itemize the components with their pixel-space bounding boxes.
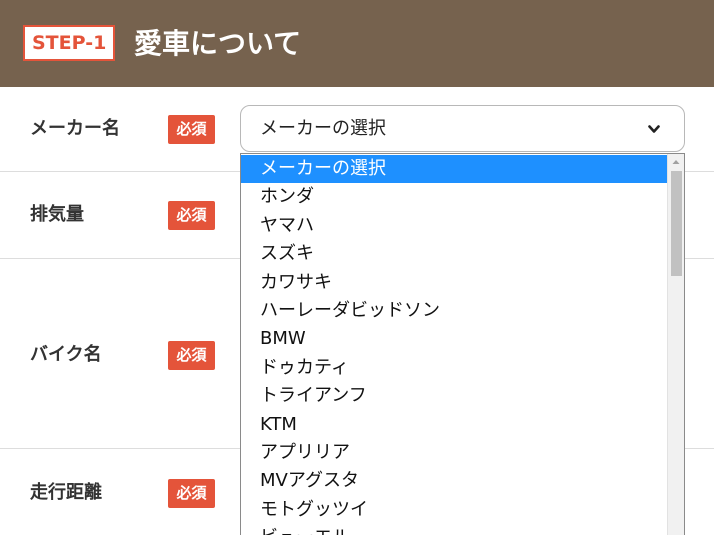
- step-badge: STEP-1: [23, 25, 116, 61]
- maker-option[interactable]: ホンダ: [241, 183, 668, 211]
- maker-options-list[interactable]: メーカーの選択 ホンダ ヤマハ スズキ カワサキ ハーレーダビッドソン BMW ドゥカティ トラ…: [240, 153, 685, 535]
- displacement-label: 排気量: [30, 204, 84, 225]
- scroll-up-arrow-icon[interactable]: [668, 154, 684, 170]
- required-badge: 必須: [168, 201, 215, 230]
- maker-option[interactable]: モトグッツイ: [241, 496, 668, 524]
- required-badge: 必須: [168, 479, 215, 508]
- mileage-label: 走行距離: [30, 482, 102, 503]
- scroll-thumb[interactable]: [671, 171, 682, 276]
- maker-select[interactable]: メーカーの選択: [240, 105, 685, 152]
- maker-option[interactable]: カワサキ: [241, 269, 668, 297]
- maker-option[interactable]: KTM: [241, 411, 668, 439]
- maker-select-value: メーカーの選択: [260, 118, 386, 139]
- bike-name-label: バイク名: [30, 344, 102, 365]
- chevron-down-icon: [648, 125, 660, 133]
- page-header: STEP-1 愛車について: [0, 0, 714, 87]
- maker-label: メーカー名: [30, 118, 120, 139]
- maker-option[interactable]: スズキ: [241, 240, 668, 268]
- maker-option[interactable]: ビューエル: [241, 524, 668, 535]
- maker-option[interactable]: BMW: [241, 325, 668, 353]
- maker-option[interactable]: メーカーの選択: [241, 155, 668, 184]
- maker-option[interactable]: アプリリア: [241, 439, 668, 467]
- maker-option[interactable]: トライアンフ: [241, 382, 668, 410]
- required-badge: 必須: [168, 341, 215, 370]
- section-title: 愛車について: [134, 27, 302, 60]
- required-badge: 必須: [168, 115, 215, 144]
- maker-option[interactable]: ヤマハ: [241, 212, 668, 240]
- maker-option[interactable]: ハーレーダビッドソン: [241, 297, 668, 325]
- maker-option[interactable]: ドゥカティ: [241, 354, 668, 382]
- maker-option[interactable]: MVアグスタ: [241, 467, 668, 495]
- options-scrollbar[interactable]: [667, 154, 684, 535]
